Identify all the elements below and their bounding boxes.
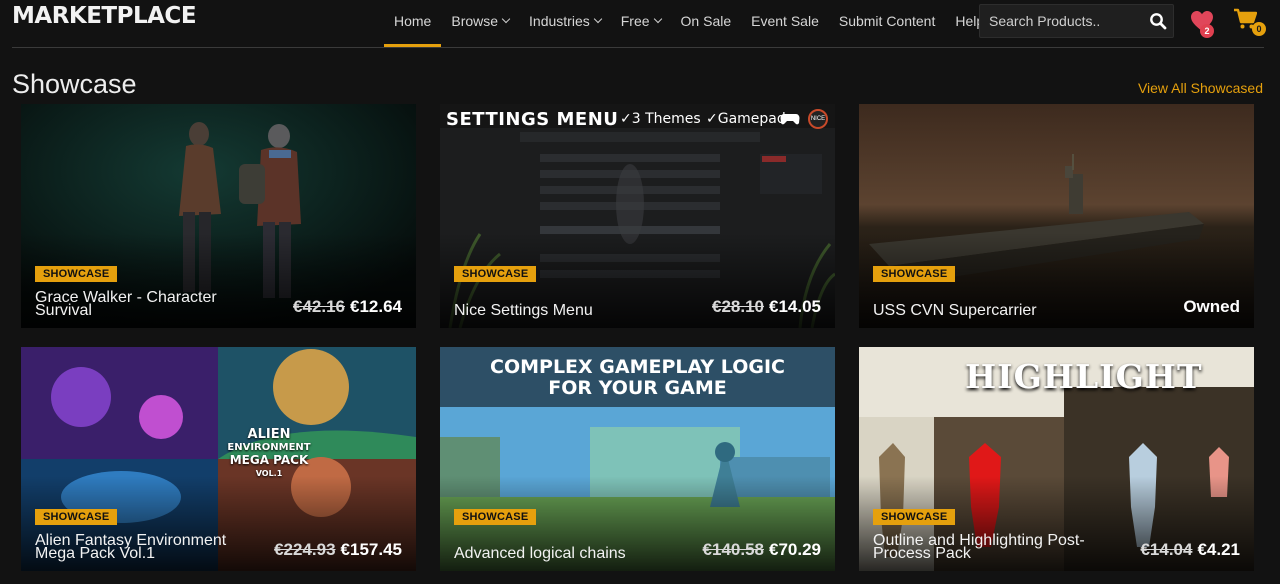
nav-submit-content-label: Submit Content (838, 13, 936, 29)
price: €28.10 €14.05 (712, 297, 821, 317)
search-input[interactable] (980, 5, 1140, 37)
art-title-block: ALIEN ENVIRONMENT MEGA PACK VOL.1 (219, 428, 319, 480)
marketplace-logo[interactable]: MARKETPLACE (12, 3, 197, 29)
product-title: Outline and Highlighting Post-Process Pa… (873, 532, 1085, 562)
original-price: €224.93 (274, 540, 336, 559)
section-title: Showcase (12, 69, 137, 99)
nav-free-label: Free (620, 13, 650, 29)
wishlist-count-badge: 2 (1200, 24, 1214, 38)
nav-submit-content[interactable]: Submit Content (829, 0, 946, 48)
price: €224.93 €157.45 (274, 540, 402, 560)
art-line-2: FOR YOUR GAME (548, 377, 727, 399)
original-price: €140.58 (702, 540, 764, 559)
product-card-nice-settings-menu[interactable]: SETTINGS MENU ✓3 Themes ✓Gamepad NICE SH… (440, 104, 835, 328)
product-card-uss-cvn-supercarrier[interactable]: SHOWCASE USS CVN Supercarrier Owned (859, 104, 1254, 328)
product-card-advanced-logical-chains[interactable]: COMPLEX GAMEPLAY LOGIC FOR YOUR GAME SHO… (440, 347, 835, 571)
nav-home[interactable]: Home (384, 0, 442, 48)
showcase-badge: SHOWCASE (873, 509, 956, 525)
nav-event-sale-label: Event Sale (751, 13, 819, 29)
product-title: Grace Walker - Character Survival (35, 289, 217, 319)
showcase-badge: SHOWCASE (35, 509, 118, 525)
sale-price: €14.05 (769, 297, 821, 316)
art-heading: SETTINGS MENU (446, 109, 619, 130)
nav-on-sale[interactable]: On Sale (671, 0, 742, 48)
nav-home-label: Home (394, 13, 432, 29)
product-card-outline-highlighting[interactable]: HIGHLIGHT SHOWCASE Outline and Highlight… (859, 347, 1254, 571)
main-nav: Home Browse Industries Free On Sale Even… (384, 0, 994, 48)
showcase-badge: SHOWCASE (35, 266, 118, 282)
nav-browse-label: Browse (451, 13, 499, 29)
showcase-badge: SHOWCASE (454, 509, 537, 525)
original-price: €42.16 (293, 297, 345, 316)
header-divider (12, 47, 1264, 48)
art-line-3: MEGA PACK (229, 453, 309, 467)
showcase-badge: SHOWCASE (454, 266, 537, 282)
nav-free[interactable]: Free (611, 0, 671, 48)
top-navigation-bar: MARKETPLACE Home Browse Industries Free … (0, 0, 1280, 48)
art-feature-gamepad: ✓Gamepad (706, 111, 786, 127)
product-title: Nice Settings Menu (454, 302, 593, 319)
search-icon[interactable] (1149, 12, 1167, 30)
sale-price: €157.45 (340, 540, 402, 559)
sale-price: €12.64 (350, 297, 402, 316)
original-price: €14.04 (1140, 540, 1193, 559)
cart-count-badge: 0 (1252, 22, 1266, 36)
nav-event-sale[interactable]: Event Sale (741, 0, 829, 48)
product-title: Advanced logical chains (454, 545, 626, 562)
chevron-down-icon (501, 14, 511, 24)
chevron-down-icon (593, 14, 602, 24)
art-line-1: ALIEN (247, 427, 291, 442)
price: €140.58 €70.29 (703, 540, 821, 560)
sale-price: €4.21 (1197, 540, 1240, 559)
owned-status: Owned (1183, 297, 1240, 316)
art-feature-themes: ✓3 Themes (620, 111, 701, 127)
nav-industries-label: Industries (529, 13, 590, 29)
art-line-1: COMPLEX GAMEPLAY LOGIC (490, 356, 785, 378)
art-headline: COMPLEX GAMEPLAY LOGIC FOR YOUR GAME (440, 357, 835, 399)
product-card-alien-fantasy-environment[interactable]: ALIEN ENVIRONMENT MEGA PACK VOL.1 SHOWCA… (21, 347, 416, 571)
nav-on-sale-label: On Sale (680, 13, 732, 29)
nav-industries[interactable]: Industries (519, 0, 611, 48)
sale-price: €70.29 (769, 540, 821, 559)
original-price: €28.10 (712, 297, 764, 316)
product-card-grace-walker[interactable]: SHOWCASE Grace Walker - Character Surviv… (21, 104, 416, 328)
product-title: USS CVN Supercarrier (873, 302, 1037, 319)
nice-logo-icon: NICE (808, 109, 828, 129)
chevron-down-icon (653, 14, 662, 24)
art-heading: HIGHLIGHT (965, 357, 1203, 396)
price: €14.04 €4.21 (1140, 540, 1240, 560)
showcase-badge: SHOWCASE (873, 266, 956, 282)
nav-browse[interactable]: Browse (441, 0, 519, 48)
product-title: Alien Fantasy Environment Mega Pack Vol.… (35, 532, 227, 562)
view-all-showcased-link[interactable]: View All Showcased (1138, 80, 1263, 96)
search-box (979, 4, 1174, 38)
cart-button[interactable]: 0 (1233, 8, 1267, 38)
wishlist-button[interactable]: 2 (1190, 9, 1224, 39)
price: €42.16 €12.64 (293, 297, 402, 317)
gamepad-icon (780, 114, 800, 125)
